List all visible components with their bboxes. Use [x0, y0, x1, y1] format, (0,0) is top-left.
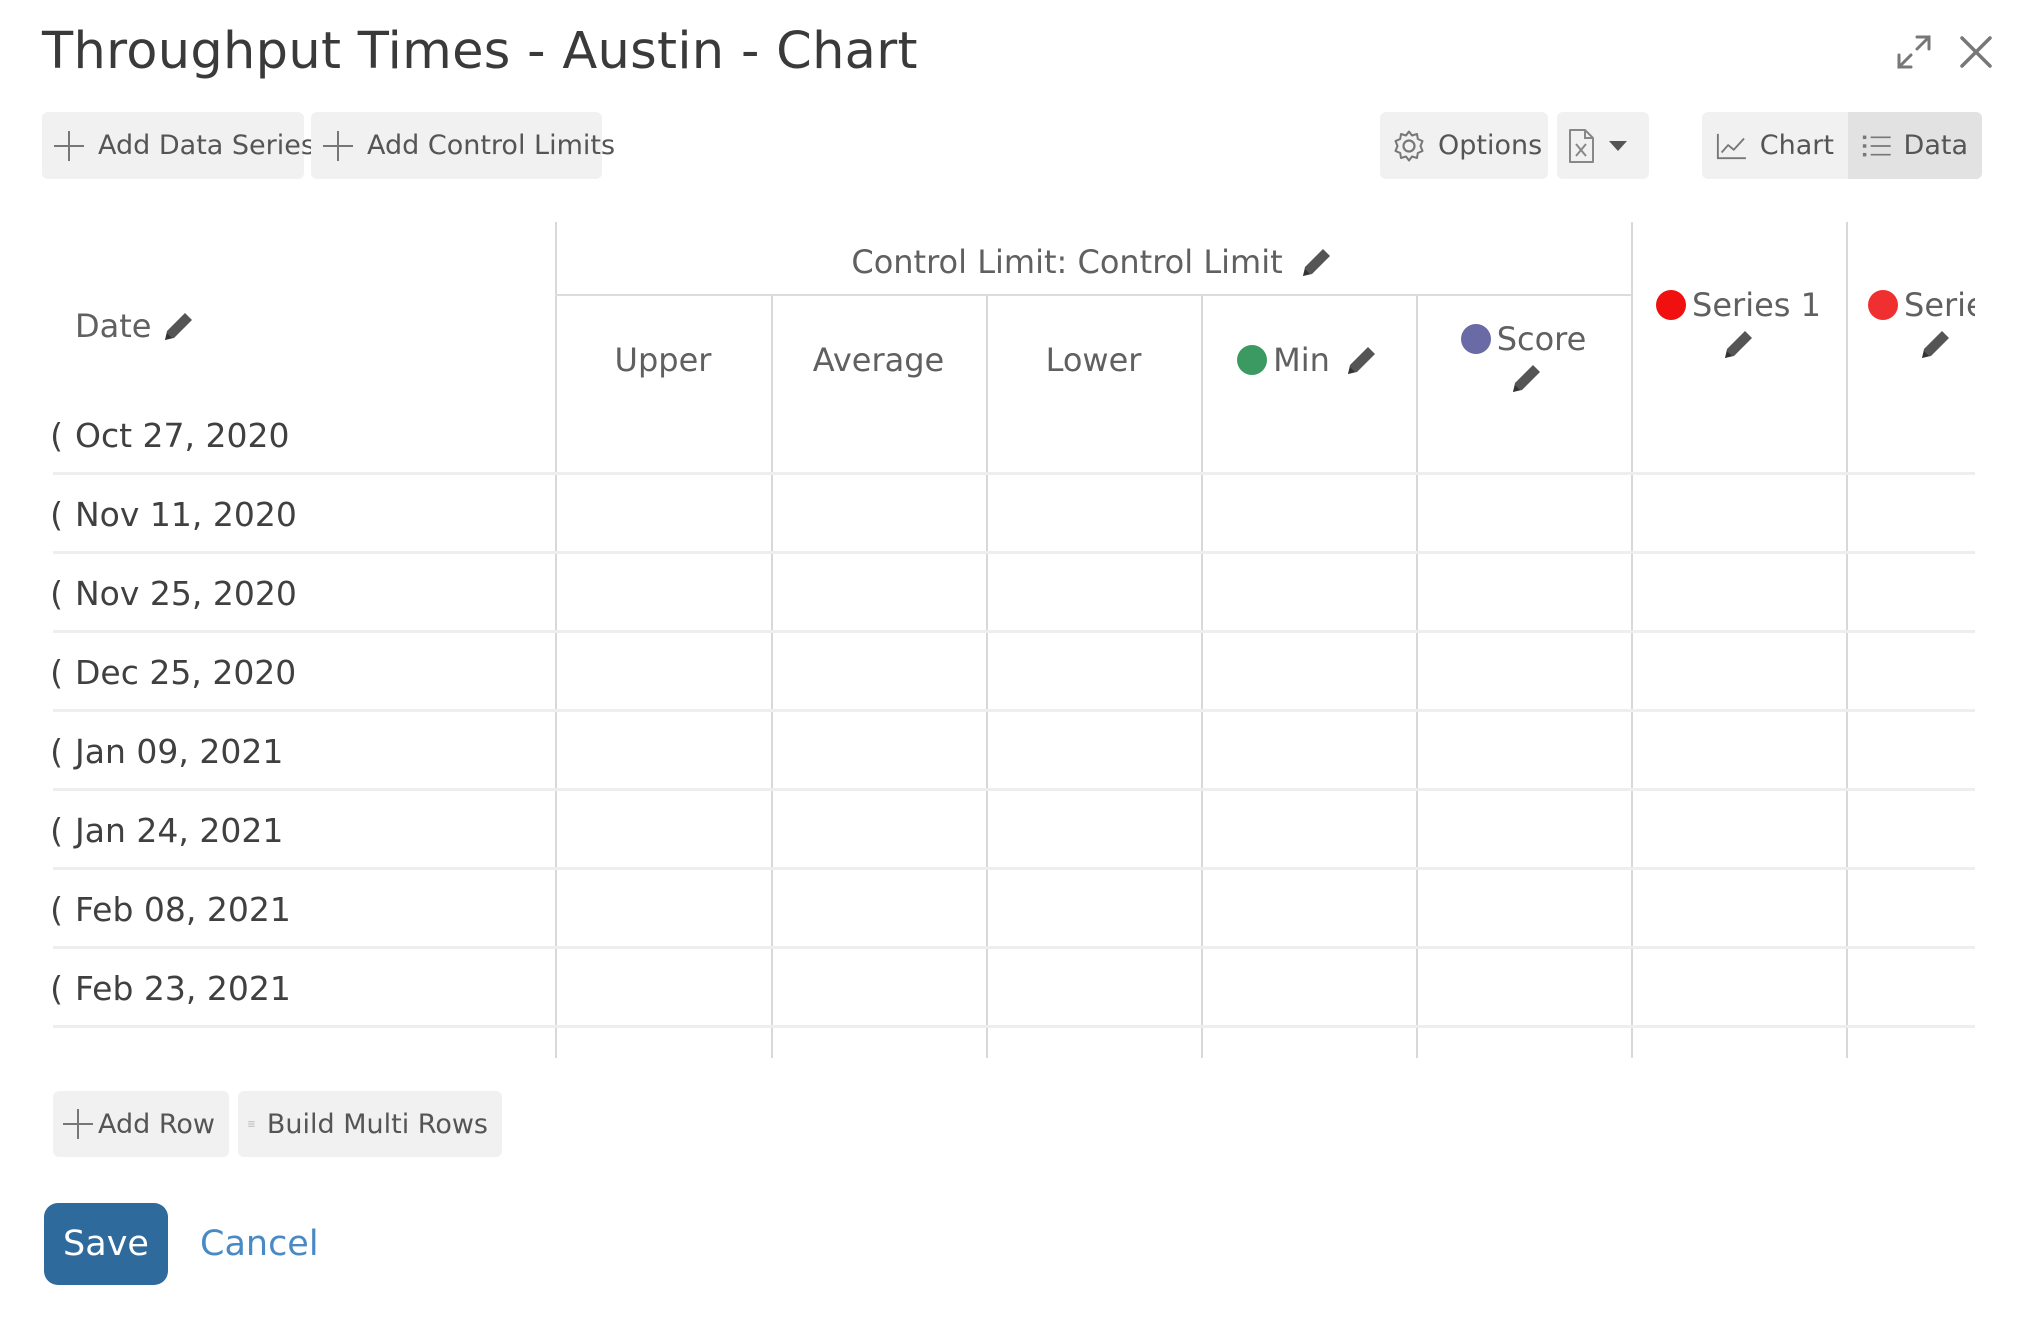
excel-file-icon — [1569, 128, 1594, 163]
pencil-icon[interactable] — [1918, 326, 1954, 362]
series2-cell[interactable]: ( — [53, 969, 63, 1008]
series-color-dot — [1656, 290, 1687, 320]
series2-cell[interactable]: ( — [53, 495, 63, 534]
caret-down-icon — [1609, 140, 1627, 151]
pencil-icon[interactable] — [1509, 360, 1545, 396]
series2-cell[interactable]: ( — [53, 574, 63, 613]
series1-header-label: Series 1 — [1692, 286, 1821, 324]
add-row-button[interactable]: Add Row — [53, 1091, 229, 1157]
plus-icon — [54, 130, 84, 161]
header-divider — [555, 294, 1631, 296]
plus-icon — [63, 1109, 93, 1139]
column-divider — [771, 294, 773, 1058]
min-column-header[interactable]: Min — [1201, 332, 1416, 388]
save-button[interactable]: Save — [44, 1203, 168, 1285]
date-cell[interactable]: Nov 11, 2020 — [75, 495, 297, 534]
row-divider — [53, 788, 1975, 791]
list-icon — [1862, 135, 1891, 156]
expand-icon — [1897, 35, 1931, 69]
control-limit-group-label: Control Limit: Control Limit — [851, 243, 1283, 281]
close-button[interactable] — [1952, 28, 2000, 76]
series2-cell[interactable]: ( — [53, 890, 63, 929]
column-divider — [1201, 294, 1203, 1058]
series1-column-header[interactable]: Series 1 — [1631, 274, 1846, 374]
row-divider — [53, 630, 1975, 633]
column-divider — [1846, 222, 1848, 1058]
score-column-header[interactable]: Score — [1416, 308, 1631, 408]
control-limit-group-header[interactable]: Control Limit: Control Limit — [555, 234, 1631, 290]
series2-column-header[interactable]: Serie — [1868, 274, 1975, 374]
add-control-limits-button[interactable]: Add Control Limits — [311, 112, 615, 179]
add-control-limits-label: Add Control Limits — [367, 130, 616, 161]
build-multi-rows-button[interactable]: Build Multi Rows — [238, 1091, 502, 1157]
dialog-title: Throughput Times - Austin - Chart — [42, 22, 918, 81]
series-color-dot — [1237, 345, 1268, 375]
min-header-label: Min — [1273, 341, 1330, 379]
row-divider — [53, 1025, 1975, 1028]
add-data-series-button[interactable]: Add Data Series — [42, 112, 315, 179]
pencil-icon[interactable] — [1299, 244, 1335, 280]
pencil-icon[interactable] — [1344, 342, 1380, 378]
date-cell[interactable]: Oct 27, 2020 — [75, 416, 290, 455]
row-divider — [53, 946, 1975, 949]
data-grid: Date Control Limit: Control Limit Upper … — [53, 222, 1975, 1058]
date-cell[interactable]: Feb 08, 2021 — [75, 890, 291, 929]
line-chart-icon — [1716, 133, 1746, 159]
series-color-dot — [1460, 324, 1491, 354]
row-divider — [53, 472, 1975, 475]
chart-view-label: Chart — [1759, 130, 1834, 161]
series-color-dot — [1868, 290, 1898, 320]
gear-icon — [1394, 130, 1424, 161]
expand-button[interactable] — [1890, 28, 1938, 76]
date-cell[interactable]: Nov 25, 2020 — [75, 574, 297, 613]
close-icon — [1960, 36, 1992, 68]
series2-cell[interactable]: ( — [53, 732, 63, 771]
series2-cell[interactable]: ( — [53, 811, 63, 850]
column-divider — [986, 294, 988, 1058]
chart-view-tab[interactable]: Chart — [1702, 112, 1848, 179]
series2-header-label: Serie — [1904, 286, 1975, 324]
series2-cell[interactable]: ( — [53, 653, 63, 692]
date-header-label: Date — [75, 307, 152, 345]
row-divider — [53, 709, 1975, 712]
date-cell[interactable]: Jan 09, 2021 — [75, 732, 283, 771]
data-view-label: Data — [1903, 130, 1968, 161]
build-multi-rows-label: Build Multi Rows — [266, 1108, 488, 1140]
pencil-icon[interactable] — [1721, 326, 1757, 362]
date-cell[interactable]: Jan 24, 2021 — [75, 811, 283, 850]
data-view-tab[interactable]: Data — [1848, 112, 1982, 179]
date-column-header[interactable]: Date — [75, 298, 197, 354]
lower-column-header: Lower — [1045, 341, 1142, 379]
add-data-series-label: Add Data Series — [98, 130, 315, 161]
average-column-header: Average — [812, 341, 945, 379]
date-cell[interactable]: Feb 23, 2021 — [75, 969, 291, 1008]
plus-icon — [323, 130, 353, 161]
options-button[interactable]: Options — [1380, 112, 1548, 179]
add-row-label: Add Row — [97, 1108, 215, 1140]
score-header-label: Score — [1496, 320, 1587, 358]
cancel-link[interactable]: Cancel — [200, 1224, 319, 1264]
upper-column-header: Upper — [614, 341, 712, 379]
list-lines-icon — [248, 1121, 255, 1127]
row-divider — [53, 867, 1975, 870]
export-dropdown-button[interactable] — [1557, 112, 1649, 179]
pencil-icon[interactable] — [161, 308, 197, 344]
column-divider — [1416, 294, 1418, 1058]
view-toggle[interactable]: Chart Data — [1702, 112, 1982, 179]
date-cell[interactable]: Dec 25, 2020 — [75, 653, 296, 692]
series2-cell[interactable]: ( — [53, 416, 63, 455]
row-divider — [53, 551, 1975, 554]
options-label: Options — [1438, 130, 1543, 161]
